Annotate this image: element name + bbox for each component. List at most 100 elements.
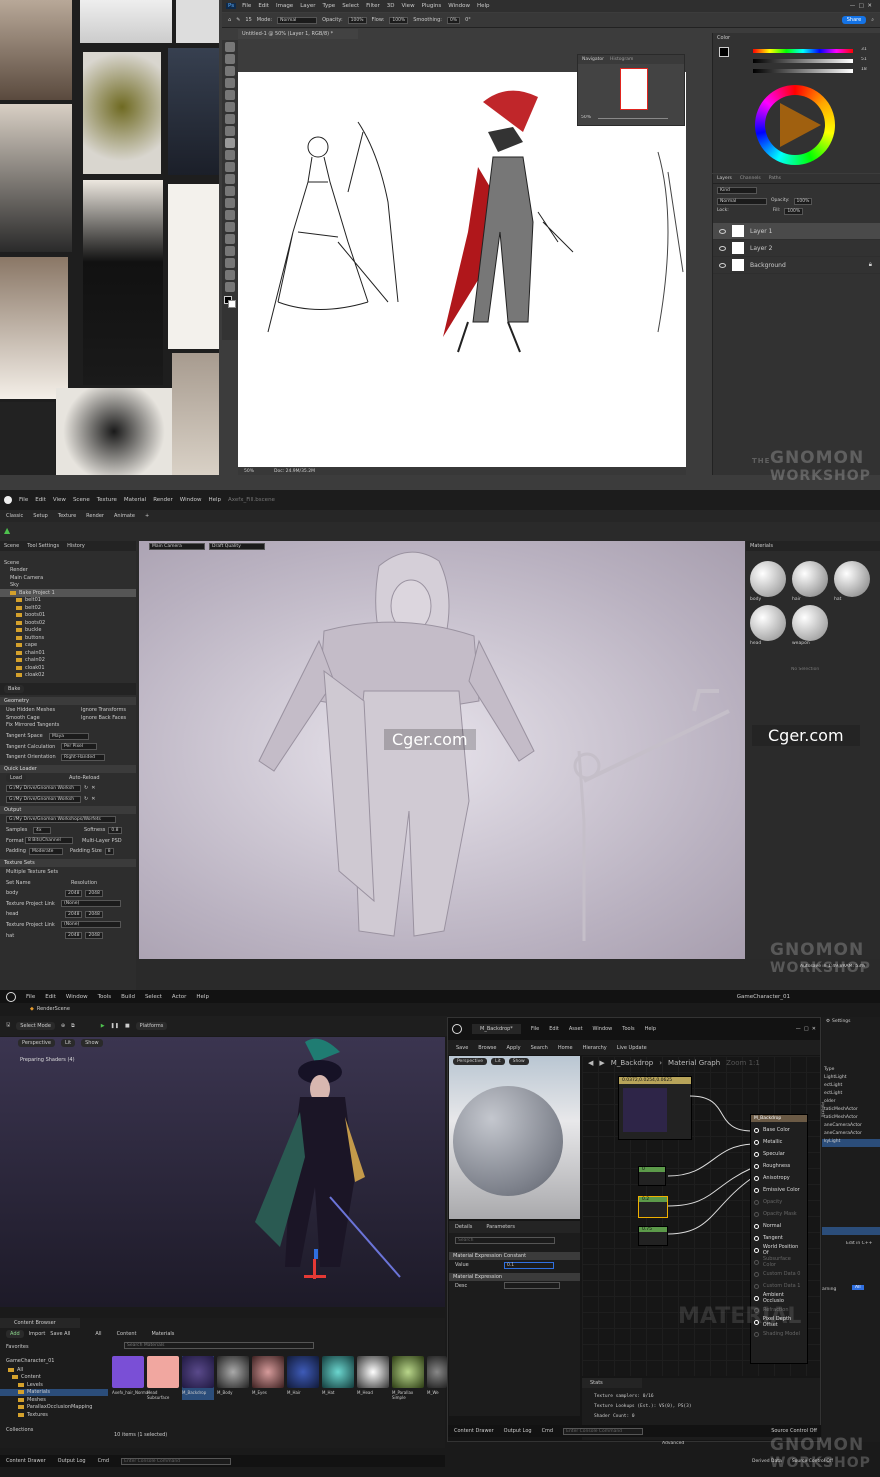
add-button[interactable]: Add xyxy=(6,1330,24,1338)
content-browser-tab[interactable]: Content Browser xyxy=(0,1318,80,1328)
document-tab[interactable]: Untitled-1 @ 50% (Layer 1, RGB/8) * xyxy=(238,29,358,39)
menu-file[interactable]: File xyxy=(242,3,251,9)
asset-tile[interactable]: M_Hat xyxy=(322,1356,354,1400)
pause-icon[interactable]: ❚❚ xyxy=(111,1023,119,1029)
visibility-eye-icon[interactable] xyxy=(719,262,726,268)
preview-show[interactable]: Show xyxy=(508,1058,529,1065)
material-swatch[interactable]: head xyxy=(750,605,788,646)
pin-socket-icon[interactable] xyxy=(754,1187,759,1193)
tab-channels[interactable]: Channels xyxy=(740,176,761,181)
menu-edit[interactable]: Edit xyxy=(549,1026,559,1032)
stats-tab[interactable]: Stats xyxy=(582,1378,642,1388)
menu-material[interactable]: Material xyxy=(124,497,146,503)
material-pin[interactable]: Anisotropy xyxy=(754,1172,804,1184)
brush-size[interactable]: 15 xyxy=(245,17,251,23)
path-all[interactable]: All xyxy=(95,1331,101,1337)
brush-icon[interactable]: ✎ xyxy=(236,17,240,23)
load-button[interactable]: Load xyxy=(6,773,26,782)
share-button[interactable]: Share xyxy=(841,16,867,24)
res-width[interactable]: 2048 xyxy=(65,910,83,918)
menu-select[interactable]: Select xyxy=(145,994,162,1000)
dodge-tool-icon[interactable] xyxy=(225,210,235,220)
mode-setup[interactable]: Setup xyxy=(33,513,48,519)
all-filter-button[interactable]: All xyxy=(852,1285,864,1290)
material-swatch[interactable]: hair xyxy=(792,561,830,602)
tree-item[interactable]: ParallaxOcclusionMapping xyxy=(0,1404,108,1412)
project-root[interactable]: GameCharacter_01 xyxy=(0,1356,108,1366)
home-icon[interactable]: ⌂ xyxy=(228,17,231,23)
menu-file[interactable]: File xyxy=(26,994,35,1000)
menu-render[interactable]: Render xyxy=(153,497,173,503)
asset-tile[interactable]: M_Hair xyxy=(287,1356,319,1400)
pin-socket-icon[interactable] xyxy=(754,1175,759,1181)
mode-animate[interactable]: Animate xyxy=(114,513,135,519)
material-swatch[interactable]: hat xyxy=(834,561,872,602)
res-height[interactable]: 2048 xyxy=(85,889,103,897)
menu-file[interactable]: File xyxy=(531,1026,539,1032)
tree-item[interactable]: Scene xyxy=(0,559,136,567)
select-cursor-icon[interactable]: ▲ xyxy=(4,526,10,535)
tab-paths[interactable]: Paths xyxy=(769,176,781,181)
menu-plugins[interactable]: Plugins xyxy=(422,3,442,9)
tree-item[interactable]: buttons xyxy=(0,634,136,642)
pin-socket-icon[interactable] xyxy=(754,1127,759,1133)
menu-view[interactable]: View xyxy=(402,3,415,9)
healing-tool-icon[interactable] xyxy=(225,126,235,136)
brush-tool-icon[interactable] xyxy=(225,138,235,148)
eraser-tool-icon[interactable] xyxy=(225,174,235,184)
project-link-select[interactable]: (None) xyxy=(61,921,121,929)
material-pin[interactable]: Specular xyxy=(754,1148,804,1160)
material-pin[interactable]: Emissive Color xyxy=(754,1184,804,1196)
outliner-item[interactable]: kyLight xyxy=(822,1139,880,1147)
tree-item[interactable]: cape xyxy=(0,642,136,650)
format-select[interactable]: 8 Bits/Channel xyxy=(25,837,73,845)
tree-item[interactable]: Sky xyxy=(0,582,136,590)
menu-actor[interactable]: Actor xyxy=(172,994,186,1000)
menu-texture[interactable]: Texture xyxy=(97,497,117,503)
tab-scene[interactable]: Scene xyxy=(4,543,19,549)
pin-socket-icon[interactable] xyxy=(754,1199,759,1205)
level-tab[interactable]: ◆ RenderScene xyxy=(30,1004,70,1014)
outliner-item[interactable]: Type xyxy=(822,1067,880,1075)
bake-button[interactable]: Bake xyxy=(4,685,25,693)
content-drawer-button[interactable]: Content Drawer xyxy=(6,1458,46,1464)
pin-socket-icon[interactable] xyxy=(754,1211,759,1217)
color-wheel[interactable] xyxy=(755,85,835,165)
tree-item[interactable]: buckle xyxy=(0,627,136,635)
details-search[interactable]: Search xyxy=(455,1237,555,1244)
collections-header[interactable]: Collections xyxy=(0,1425,108,1435)
mode-classic[interactable]: Classic xyxy=(6,513,23,519)
multilayer-checkbox[interactable]: Multi-Layer PSD xyxy=(82,838,122,844)
tree-item[interactable]: boots01 xyxy=(0,612,136,620)
menu-file[interactable]: File xyxy=(19,497,28,503)
outliner-item[interactable]: taticMeshActor xyxy=(822,1107,880,1115)
res-width[interactable]: 2048 xyxy=(65,889,83,897)
menu-3d[interactable]: 3D xyxy=(387,3,395,9)
tree-item[interactable]: Textures xyxy=(0,1411,108,1419)
blend-mode-select[interactable]: Normal xyxy=(717,198,767,205)
tab-details[interactable]: Details xyxy=(455,1224,472,1230)
tree-item[interactable]: All xyxy=(0,1366,108,1374)
opacity-field[interactable]: 100% xyxy=(347,16,367,24)
stamp-tool-icon[interactable] xyxy=(225,150,235,160)
pin-socket-icon[interactable] xyxy=(754,1151,759,1157)
search-button[interactable]: Search xyxy=(531,1045,548,1051)
tangent-space-select[interactable]: Maya xyxy=(49,732,89,740)
navigator-thumbnail[interactable] xyxy=(620,68,648,110)
menu-help[interactable]: Help xyxy=(196,994,209,1000)
smoothing-field[interactable]: 0% xyxy=(446,16,461,24)
mode-texture[interactable]: Texture xyxy=(58,513,76,519)
navigator-slider[interactable] xyxy=(598,118,668,119)
padding-size-field[interactable]: 8 xyxy=(104,847,114,855)
home-button[interactable]: Home xyxy=(558,1045,573,1051)
color-value-2[interactable]: 51 xyxy=(861,57,867,62)
preview-lit[interactable]: Lit xyxy=(491,1058,505,1065)
favorites-header[interactable]: Favorites xyxy=(0,1342,108,1352)
lasso-tool-icon[interactable] xyxy=(225,66,235,76)
desc-field[interactable] xyxy=(504,1282,560,1290)
window-controls[interactable]: — □ ✕ xyxy=(850,3,872,9)
live-update-button[interactable]: Live Update xyxy=(617,1045,647,1051)
hand-tool-icon[interactable] xyxy=(225,270,235,280)
refresh-icon[interactable]: ↻ xyxy=(84,785,88,791)
source-control-status[interactable]: Source Control Off xyxy=(771,1428,817,1434)
